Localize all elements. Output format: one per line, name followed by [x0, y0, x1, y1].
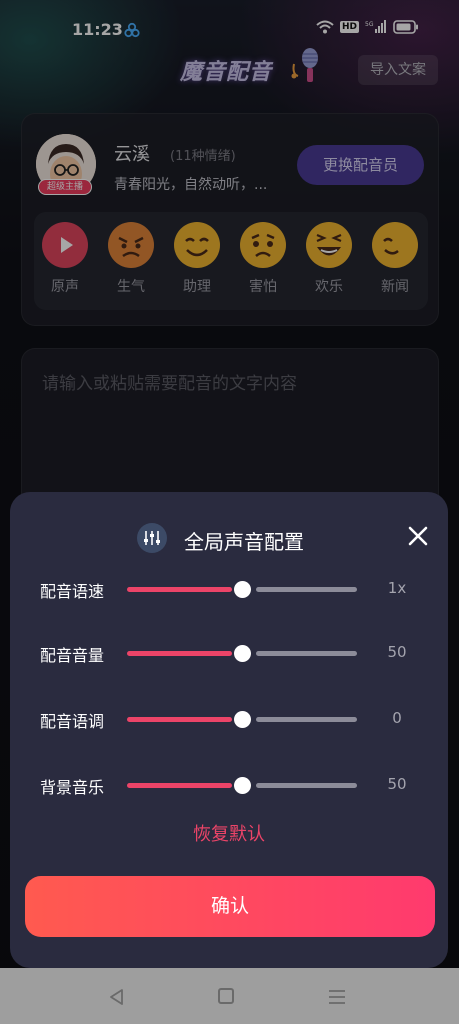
global-voice-settings-modal: 全局声音配置 配音语速 1x 配音音量 50 配音语调 0 背景音乐 50 恢复… — [10, 492, 448, 968]
slider-label: 配音音量 — [40, 646, 105, 665]
slider-thumb[interactable] — [234, 777, 251, 794]
equalizer-icon — [137, 523, 167, 553]
slider-empty-track[interactable] — [256, 651, 357, 656]
slider-label: 配音语调 — [40, 712, 105, 731]
slider-label: 背景音乐 — [40, 778, 105, 797]
slider-empty-track[interactable] — [256, 783, 357, 788]
slider-thumb[interactable] — [234, 711, 251, 728]
slider-filled-track[interactable] — [127, 783, 232, 788]
menu-icon[interactable] — [328, 989, 346, 1005]
system-nav-bar — [0, 968, 459, 1024]
volume-slider-row: 配音音量 50 — [10, 638, 448, 668]
close-icon[interactable] — [406, 524, 430, 548]
speed-slider-row: 配音语速 1x — [10, 574, 448, 604]
slider-thumb[interactable] — [234, 581, 251, 598]
modal-title: 全局声音配置 — [184, 530, 304, 554]
slider-label: 配音语速 — [40, 582, 105, 601]
slider-filled-track[interactable] — [127, 717, 232, 722]
slider-empty-track[interactable] — [256, 587, 357, 592]
background-music-slider-row: 背景音乐 50 — [10, 770, 448, 800]
slider-empty-track[interactable] — [256, 717, 357, 722]
confirm-button[interactable]: 确认 — [25, 876, 435, 937]
pitch-slider-row: 配音语调 0 — [10, 704, 448, 734]
slider-value: 50 — [387, 643, 407, 661]
slider-value: 50 — [387, 775, 407, 793]
back-icon[interactable] — [108, 988, 126, 1006]
home-icon[interactable] — [218, 988, 234, 1004]
slider-filled-track[interactable] — [127, 587, 232, 592]
slider-value: 1x — [387, 579, 407, 597]
reset-defaults-button[interactable]: 恢复默认 — [10, 820, 448, 846]
slider-thumb[interactable] — [234, 645, 251, 662]
slider-value: 0 — [392, 709, 402, 727]
slider-filled-track[interactable] — [127, 651, 232, 656]
